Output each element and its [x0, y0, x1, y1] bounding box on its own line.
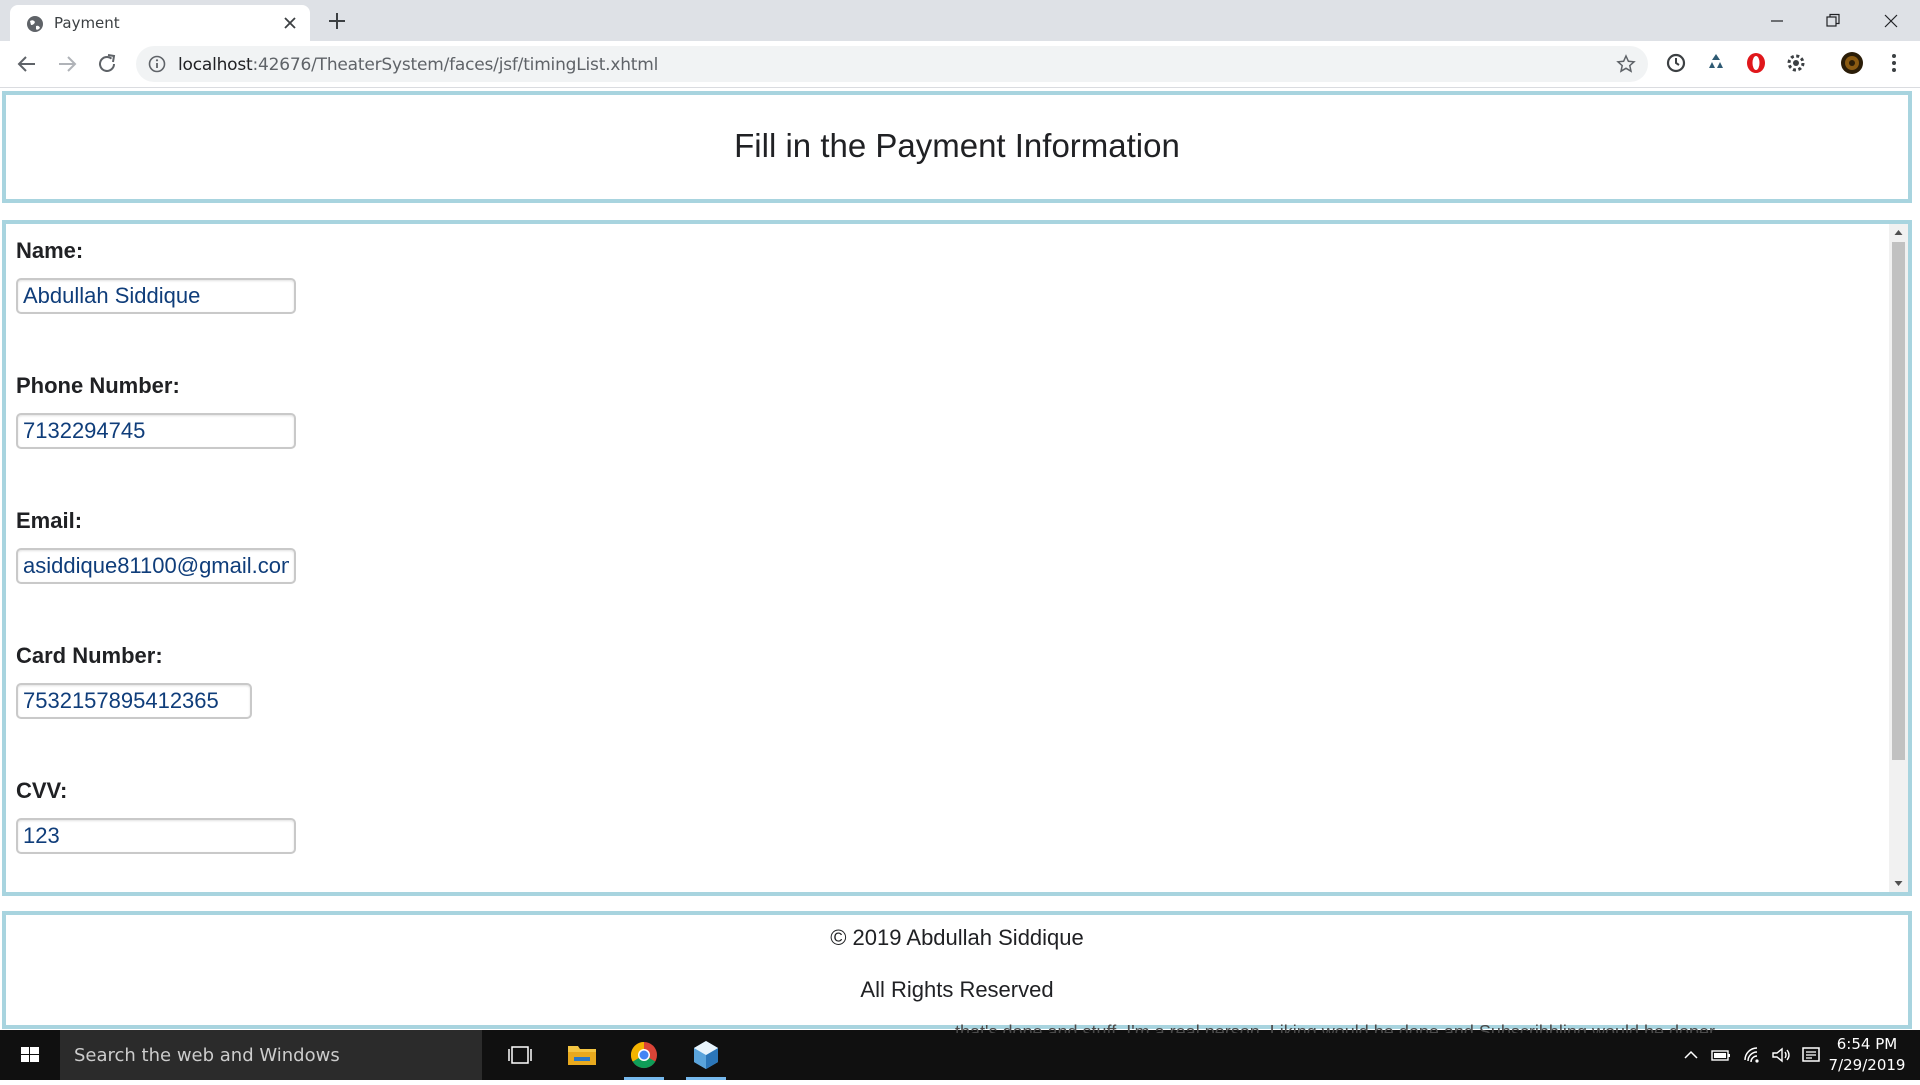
netbeans-cube-icon — [694, 1041, 718, 1069]
name-input[interactable] — [16, 278, 296, 314]
taskbar-clock[interactable]: 6:54 PM 7/29/2019 — [1826, 1034, 1908, 1076]
close-tab-icon[interactable] — [282, 15, 298, 31]
scroll-thumb[interactable] — [1892, 242, 1905, 760]
cvv-input[interactable] — [16, 818, 296, 854]
clock-date: 7/29/2019 — [1828, 1056, 1906, 1074]
card-number-input[interactable] — [16, 683, 252, 719]
close-icon — [1884, 14, 1898, 28]
footer-rights: All Rights Reserved — [860, 977, 1054, 1002]
browser-tabstrip: Payment — [0, 0, 1920, 41]
scroll-down-arrow-icon[interactable] — [1893, 878, 1904, 889]
task-view-icon — [508, 1046, 532, 1064]
wifi-icon[interactable] — [1742, 1044, 1764, 1066]
minimize-icon — [1771, 20, 1783, 22]
card-number-label: Card Number: — [16, 643, 163, 668]
phone-field-group: Phone Number: — [16, 373, 296, 449]
tab-payment[interactable]: Payment — [10, 5, 310, 41]
taskbar-search[interactable]: Search the web and Windows — [60, 1030, 482, 1080]
minimize-button[interactable] — [1754, 6, 1800, 34]
sync-extension-icon[interactable] — [1664, 51, 1688, 75]
forward-arrow-icon[interactable] — [54, 51, 80, 77]
file-explorer-button[interactable] — [552, 1030, 612, 1080]
reload-icon[interactable] — [94, 51, 120, 77]
header-panel: Fill in the Payment Information — [2, 91, 1912, 203]
form-scrollbar[interactable] — [1889, 224, 1908, 892]
clock-time: 6:54 PM — [1836, 1035, 1898, 1053]
recycle-extension-icon[interactable] — [1704, 51, 1728, 75]
volume-icon[interactable] — [1770, 1044, 1792, 1066]
address-bar[interactable]: localhost:42676/TheaterSystem/faces/jsf/… — [136, 46, 1648, 82]
browser-toolbar: localhost:42676/TheaterSystem/faces/jsf/… — [0, 41, 1920, 88]
action-center-icon[interactable] — [1800, 1044, 1822, 1066]
phone-label: Phone Number: — [16, 373, 180, 398]
name-label: Name: — [16, 238, 84, 263]
windows-logo-icon — [21, 1047, 39, 1062]
cvv-label: CVV: — [16, 778, 68, 803]
email-label: Email: — [16, 508, 83, 533]
cvv-field-group: CVV: — [16, 778, 296, 854]
page-title: Fill in the Payment Information — [734, 127, 1180, 164]
name-field-group: Name: — [16, 238, 296, 314]
start-button[interactable] — [0, 1030, 60, 1080]
background-window-text: that's dope and stuff. I'm a real person… — [955, 1024, 1719, 1033]
windows-taskbar: Search the web and Windows that — [0, 1024, 1920, 1080]
gear-extension-icon[interactable] — [1784, 51, 1808, 75]
footer-panel: © 2019 Abdullah Siddique All Rights Rese… — [2, 911, 1912, 1029]
task-view-button[interactable] — [490, 1030, 550, 1080]
close-window-button[interactable] — [1868, 6, 1914, 34]
email-input[interactable] — [16, 548, 296, 584]
info-icon[interactable] — [148, 55, 166, 73]
taskbar-search-placeholder: Search the web and Windows — [74, 1045, 340, 1066]
globe-icon — [27, 16, 43, 32]
chevron-up-icon[interactable] — [1680, 1044, 1702, 1066]
chrome-icon — [630, 1041, 657, 1069]
url-host: localhost — [178, 55, 253, 75]
card-number-field-group: Card Number: — [16, 643, 252, 719]
menu-kebab-icon[interactable] — [1882, 51, 1906, 75]
new-tab-icon[interactable] — [326, 10, 348, 32]
footer-copyright: © 2019 Abdullah Siddique — [830, 925, 1084, 950]
url-path: :42676/TheaterSystem/faces/jsf/timingLis… — [252, 55, 659, 75]
back-arrow-icon[interactable] — [14, 51, 40, 77]
folder-icon — [568, 1046, 596, 1065]
scroll-up-arrow-icon[interactable] — [1893, 227, 1904, 238]
restore-icon — [1826, 13, 1840, 27]
phone-input[interactable] — [16, 413, 296, 449]
page-content: Fill in the Payment Information Name: Ph… — [0, 88, 1920, 1029]
bookmark-star-icon[interactable] — [1616, 54, 1636, 74]
url-text: localhost:42676/TheaterSystem/faces/jsf/… — [178, 55, 658, 75]
battery-icon[interactable] — [1710, 1044, 1732, 1066]
email-field-group: Email: — [16, 508, 296, 584]
netbeans-taskbar-button[interactable] — [676, 1030, 736, 1080]
opera-extension-icon[interactable] — [1744, 51, 1768, 75]
profile-avatar-icon[interactable] — [1840, 51, 1864, 75]
payment-form: Name: Phone Number: Email: Card Number: … — [2, 220, 1912, 896]
tab-title: Payment — [54, 14, 120, 32]
restore-button[interactable] — [1810, 6, 1856, 34]
chrome-taskbar-button[interactable] — [614, 1030, 674, 1080]
